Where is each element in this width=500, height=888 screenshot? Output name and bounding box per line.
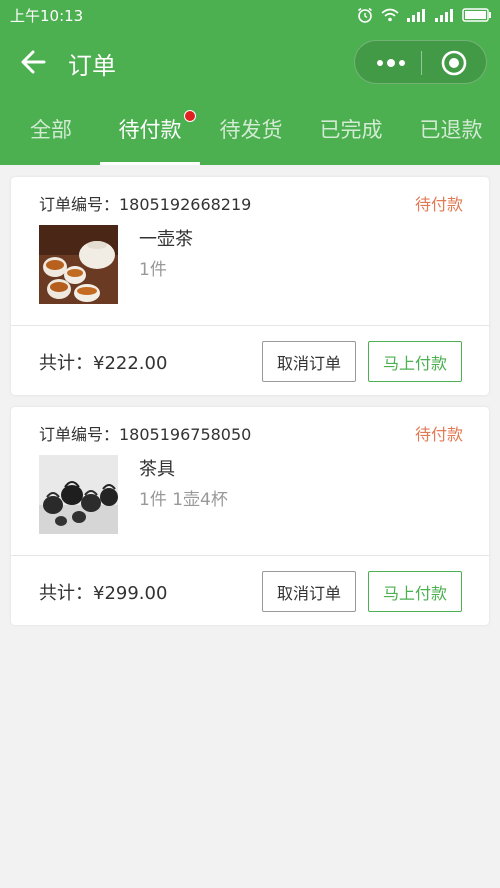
alarm-icon xyxy=(358,7,372,23)
order-card: 订单编号：1805196758050 待付款 茶具 1件 1壶4杯 共计：¥29… xyxy=(11,407,489,625)
tab-refunded[interactable]: 已退款 xyxy=(416,114,486,165)
app-header: 上午10:13 订单 全部 待付款 待发货 已完成 已退款 xyxy=(0,0,500,165)
order-tabs: 全部 待付款 待发货 已完成 已退款 xyxy=(0,100,500,165)
order-status: 待付款 xyxy=(414,195,463,214)
status-bar: 上午10:13 xyxy=(0,0,500,30)
tab-label: 已完成 xyxy=(319,118,383,142)
tab-label: 全部 xyxy=(30,118,72,142)
tea-set-image xyxy=(39,455,118,534)
tab-pending-payment[interactable]: 待付款 xyxy=(100,110,200,165)
back-button[interactable] xyxy=(18,48,50,76)
teapot-set-image xyxy=(39,225,118,304)
battery-icon xyxy=(462,8,491,22)
wifi-icon xyxy=(381,8,399,22)
capsule-divider xyxy=(421,51,422,75)
more-menu-button[interactable] xyxy=(371,41,411,85)
cancel-order-button[interactable]: 取消订单 xyxy=(262,571,356,612)
tab-label: 已退款 xyxy=(419,118,483,142)
order-card: 订单编号：1805192668219 待付款 一壶茶 1件 共计：¥222.00… xyxy=(11,177,489,395)
close-mini-program-button[interactable] xyxy=(441,50,467,76)
mini-program-capsule xyxy=(354,40,487,84)
status-icons xyxy=(356,6,492,24)
page-title: 订单 xyxy=(68,52,116,80)
card-divider xyxy=(11,555,489,556)
target-close-icon xyxy=(441,50,467,76)
card-divider xyxy=(11,325,489,326)
tab-label: 待付款 xyxy=(118,118,182,142)
product-quantity: 1件 1壶4杯 xyxy=(139,490,228,510)
pay-now-button[interactable]: 马上付款 xyxy=(368,341,462,382)
more-dots-icon xyxy=(377,59,405,67)
order-total: 共计：¥222.00 xyxy=(39,353,168,374)
signal-icon xyxy=(407,9,425,22)
product-quantity: 1件 xyxy=(139,260,167,280)
product-name: 茶具 xyxy=(139,459,175,480)
product-image[interactable] xyxy=(39,225,118,304)
order-status: 待付款 xyxy=(414,425,463,444)
tab-completed[interactable]: 已完成 xyxy=(316,114,386,165)
cancel-order-button[interactable]: 取消订单 xyxy=(262,341,356,382)
order-number: 订单编号：1805196758050 xyxy=(39,425,252,444)
tab-pending-shipment[interactable]: 待发货 xyxy=(216,114,286,165)
order-number: 订单编号：1805192668219 xyxy=(39,195,252,214)
product-name: 一壶茶 xyxy=(139,229,193,250)
pay-now-button[interactable]: 马上付款 xyxy=(368,571,462,612)
signal-icon-2 xyxy=(435,9,453,22)
tab-label: 待发货 xyxy=(219,118,283,142)
status-time: 上午10:13 xyxy=(10,7,84,25)
back-arrow-icon xyxy=(21,50,46,74)
tab-all[interactable]: 全部 xyxy=(26,114,76,165)
nav-bar: 订单 xyxy=(0,36,500,88)
tab-underline xyxy=(100,162,200,165)
product-image[interactable] xyxy=(39,455,118,534)
order-total: 共计：¥299.00 xyxy=(39,583,168,604)
unread-badge xyxy=(184,110,196,122)
